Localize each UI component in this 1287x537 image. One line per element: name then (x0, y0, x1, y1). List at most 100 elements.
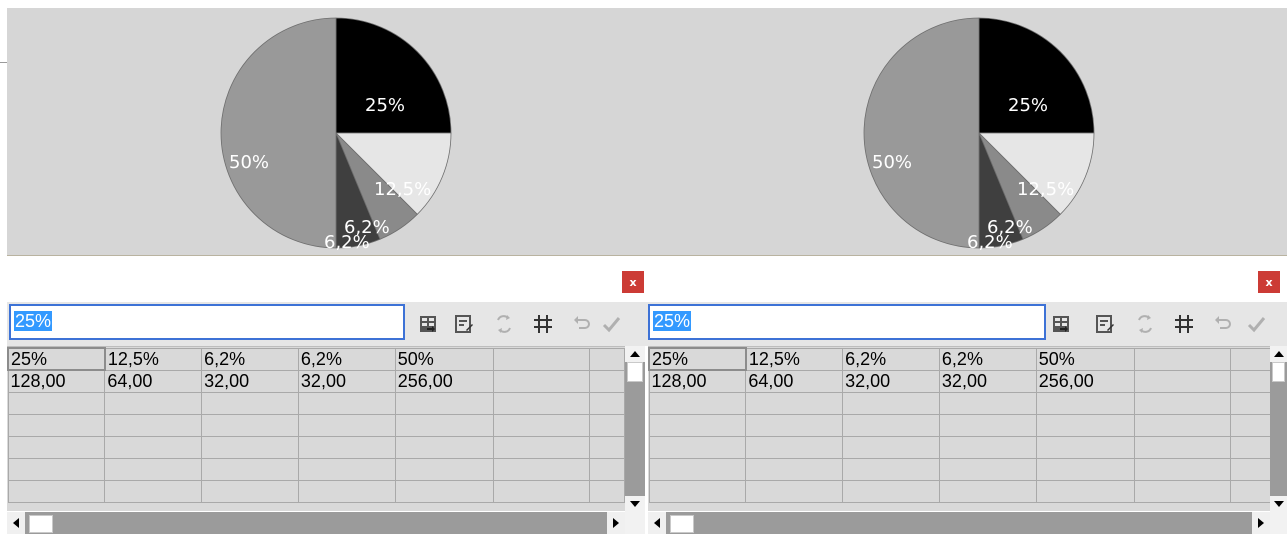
table-cell[interactable] (1133, 369, 1232, 393)
table-cell[interactable] (938, 435, 1037, 459)
scroll-track[interactable] (1270, 362, 1287, 496)
scroll-thumb[interactable] (627, 362, 643, 382)
table-cell[interactable] (1133, 391, 1232, 415)
table-cell[interactable] (589, 413, 625, 437)
table-cell[interactable] (201, 435, 299, 459)
table-cell[interactable]: 32,00 (201, 369, 299, 393)
table-cell[interactable] (745, 457, 844, 481)
table-cell[interactable] (492, 369, 591, 393)
table-cell[interactable] (394, 457, 494, 481)
undo-icon[interactable] (568, 311, 594, 337)
table-cell[interactable] (745, 479, 844, 503)
table-cell[interactable] (648, 479, 747, 503)
table-cell[interactable] (1133, 435, 1232, 459)
table-cell[interactable] (842, 435, 940, 459)
close-button[interactable]: x (1258, 271, 1280, 293)
table-cell[interactable] (589, 435, 625, 459)
table-cell[interactable] (7, 391, 106, 415)
table-cell[interactable] (842, 391, 940, 415)
table-cell[interactable] (589, 369, 625, 393)
cell-edit-input[interactable]: 25% (648, 304, 1046, 340)
table-cell[interactable] (394, 413, 494, 437)
scroll-right-icon[interactable] (1252, 512, 1270, 534)
table-cell[interactable] (938, 457, 1037, 481)
table-cell[interactable] (745, 413, 844, 437)
table-cell[interactable] (648, 391, 747, 415)
table-cell[interactable] (589, 391, 625, 415)
table-cell[interactable] (1230, 479, 1273, 503)
table-cell[interactable]: 64,00 (745, 369, 844, 393)
apply-check-icon[interactable] (1243, 311, 1269, 337)
table-cell[interactable] (1035, 413, 1135, 437)
table-cell[interactable] (201, 413, 299, 437)
table-cell[interactable] (297, 479, 396, 503)
table-cell[interactable] (1230, 347, 1273, 371)
table-cell[interactable] (1035, 435, 1135, 459)
table-cell[interactable] (7, 435, 106, 459)
table-cell[interactable] (104, 413, 203, 437)
table-cell[interactable] (1035, 391, 1135, 415)
pie-slice[interactable] (863, 17, 980, 249)
table-cell[interactable]: 6,2% (201, 347, 299, 371)
scroll-thumb[interactable] (670, 515, 694, 533)
switch-rows-columns-icon[interactable] (491, 311, 517, 337)
table-cell[interactable] (648, 457, 747, 481)
vertical-scrollbar[interactable] (1270, 346, 1287, 512)
cell-edit-input[interactable]: 25% (9, 304, 405, 340)
table-cell[interactable] (745, 391, 844, 415)
table-cell[interactable] (297, 457, 396, 481)
table-cell[interactable] (492, 435, 591, 459)
table-cell[interactable] (842, 457, 940, 481)
table-cell[interactable] (589, 347, 625, 371)
apply-check-icon[interactable] (598, 311, 624, 337)
table-cell[interactable] (1230, 369, 1273, 393)
table-cell[interactable]: 50% (394, 347, 494, 371)
table-cell[interactable]: 25% (648, 347, 747, 371)
table-cell[interactable] (589, 479, 625, 503)
table-cell[interactable] (938, 479, 1037, 503)
close-button[interactable]: x (622, 271, 644, 293)
table-cell[interactable] (394, 479, 494, 503)
scroll-down-icon[interactable] (625, 496, 645, 512)
table-cell[interactable] (492, 413, 591, 437)
table-cell[interactable]: 12,5% (104, 347, 203, 371)
scroll-thumb[interactable] (1272, 362, 1285, 382)
pie-chart-area[interactable]: 25% 12,5% 6,2% 6,2% 50% (648, 8, 1287, 255)
table-cell[interactable]: 64,00 (104, 369, 203, 393)
table-cell[interactable] (842, 413, 940, 437)
table-cell[interactable]: 32,00 (938, 369, 1037, 393)
table-cell[interactable] (201, 457, 299, 481)
table-cell[interactable]: 256,00 (394, 369, 494, 393)
import-data-icon[interactable] (1048, 311, 1074, 337)
scroll-left-icon[interactable] (648, 512, 666, 534)
scroll-thumb[interactable] (29, 515, 53, 533)
table-cell[interactable]: 50% (1035, 347, 1135, 371)
horizontal-scrollbar[interactable] (7, 512, 625, 534)
table-cell[interactable] (1035, 479, 1135, 503)
table-cell[interactable]: 12,5% (745, 347, 844, 371)
table-cell[interactable] (745, 435, 844, 459)
edit-data-icon[interactable] (451, 311, 477, 337)
table-cell[interactable] (492, 391, 591, 415)
switch-rows-columns-icon[interactable] (1132, 311, 1158, 337)
table-cell[interactable] (589, 457, 625, 481)
table-cell[interactable] (201, 479, 299, 503)
table-cell[interactable] (1035, 457, 1135, 481)
table-cell[interactable] (1230, 391, 1273, 415)
table-cell[interactable]: 32,00 (842, 369, 940, 393)
table-cell[interactable]: 32,00 (297, 369, 396, 393)
table-cell[interactable] (7, 413, 106, 437)
table-cell[interactable] (104, 391, 203, 415)
table-cell[interactable] (938, 391, 1037, 415)
table-cell[interactable] (1133, 413, 1232, 437)
table-columns-icon[interactable] (1171, 311, 1197, 337)
table-columns-icon[interactable] (530, 311, 556, 337)
vertical-scrollbar[interactable] (625, 346, 645, 512)
table-cell[interactable] (842, 479, 940, 503)
table-cell[interactable] (492, 479, 591, 503)
table-cell[interactable] (7, 479, 106, 503)
table-cell[interactable] (297, 435, 396, 459)
table-cell[interactable] (297, 391, 396, 415)
table-cell[interactable] (1133, 347, 1232, 371)
horizontal-scrollbar[interactable] (648, 512, 1270, 534)
